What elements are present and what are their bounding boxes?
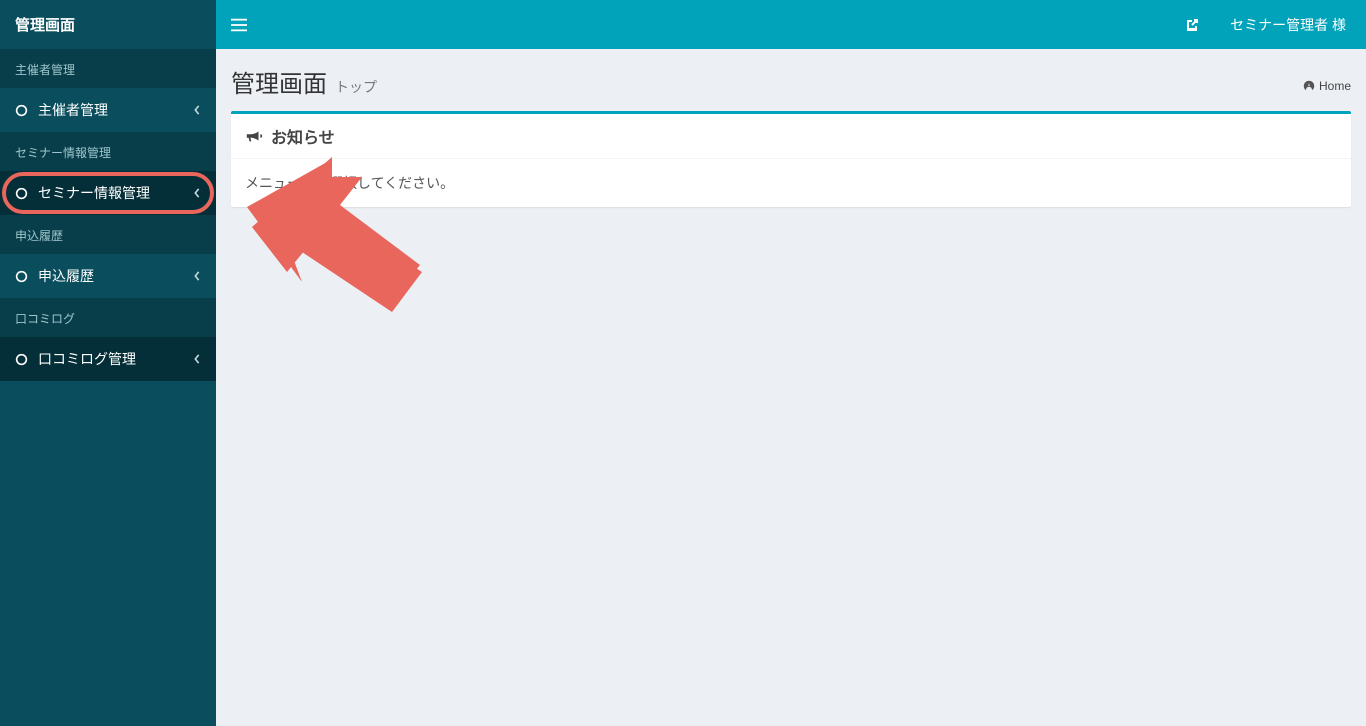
notice-panel-header: お知らせ — [231, 114, 1351, 159]
page-header: 管理画面 トップ Home — [231, 64, 1351, 99]
circle-icon — [15, 270, 28, 283]
dashboard-icon — [1303, 80, 1315, 92]
circle-icon — [15, 104, 28, 117]
sidebar-item-label: 申込履歴 — [38, 266, 193, 286]
sidebar-item-reviews[interactable]: 口コミログ管理 — [0, 337, 216, 381]
chevron-left-icon — [193, 188, 201, 198]
user-menu[interactable]: セミナー管理者 様 — [1230, 15, 1351, 35]
sidebar-section-header-organizer: 主催者管理 — [0, 49, 216, 88]
notice-panel-title: お知らせ — [271, 124, 335, 148]
sidebar-item-application[interactable]: 申込履歴 — [0, 254, 216, 298]
sidebar-item-label: 主催者管理 — [38, 100, 193, 120]
page-subtitle: トップ — [335, 77, 377, 97]
chevron-left-icon — [193, 105, 201, 115]
page-title: 管理画面 — [231, 64, 327, 99]
sidebar-item-label: 口コミログ管理 — [38, 349, 193, 369]
bullhorn-icon — [245, 128, 263, 144]
sidebar-item-organizer[interactable]: 主催者管理 — [0, 88, 216, 132]
circle-icon — [15, 353, 28, 366]
sidebar-section-header-application: 申込履歴 — [0, 215, 216, 254]
breadcrumb-home-label: Home — [1319, 79, 1351, 93]
menu-toggle-icon[interactable] — [231, 18, 247, 32]
notice-panel-body: メニューから選択してください。 — [231, 159, 1351, 207]
topbar: セミナー管理者 様 — [216, 0, 1366, 49]
sidebar-section-header-reviews: 口コミログ — [0, 298, 216, 337]
chevron-left-icon — [193, 354, 201, 364]
sidebar-item-label: セミナー情報管理 — [38, 183, 193, 203]
sidebar-section-header-seminar: セミナー情報管理 — [0, 132, 216, 171]
sidebar-logo: 管理画面 — [0, 0, 216, 49]
circle-icon — [15, 187, 28, 200]
breadcrumb[interactable]: Home — [1303, 79, 1351, 93]
external-link-icon[interactable] — [1184, 17, 1200, 33]
content-area: 管理画面 トップ Home お知らせ メニューから選択してください。 — [216, 49, 1366, 726]
sidebar-item-seminar[interactable]: セミナー情報管理 — [0, 171, 216, 215]
chevron-left-icon — [193, 271, 201, 281]
notice-panel: お知らせ メニューから選択してください。 — [231, 111, 1351, 207]
main-area: セミナー管理者 様 管理画面 トップ Home お知らせ メニューから選択してく… — [216, 0, 1366, 726]
sidebar: 管理画面 主催者管理 主催者管理 セミナー情報管理 セミナー情報管理 申込履歴 … — [0, 0, 216, 726]
